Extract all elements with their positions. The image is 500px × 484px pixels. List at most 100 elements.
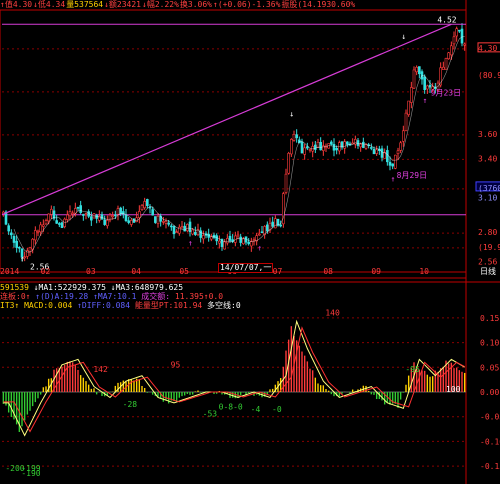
candle xyxy=(362,137,365,149)
candle-body xyxy=(338,142,341,152)
candle-body xyxy=(138,211,141,218)
candle-body xyxy=(47,213,50,222)
ind-annotation-12: -199 xyxy=(21,464,40,473)
stock-chart-canvas[interactable]: 14014295100-28-200-190-530-8-0 -4 -0-95-19… xyxy=(0,0,500,484)
candle-body xyxy=(218,240,221,244)
candle-body xyxy=(319,141,322,151)
ind-tick-label-3: 0.00 xyxy=(480,388,499,397)
candle xyxy=(98,210,101,223)
candle xyxy=(138,205,141,224)
candle xyxy=(52,206,56,221)
candle xyxy=(330,140,333,146)
candle xyxy=(284,168,288,195)
signal-arrow-1: ↓ xyxy=(401,32,406,41)
x-axis-label-4: 05 xyxy=(179,267,189,276)
candlestick-series xyxy=(2,23,466,262)
candle xyxy=(426,84,429,94)
x-axis-label-0: 2014 xyxy=(0,267,19,276)
candle xyxy=(247,238,250,246)
candle-body xyxy=(452,36,456,45)
date-label-2: 9月23日 xyxy=(431,89,461,98)
candle-body xyxy=(12,236,16,243)
candle xyxy=(423,74,426,94)
candle xyxy=(223,239,226,250)
candle-body xyxy=(335,147,338,151)
candle-body xyxy=(50,208,53,215)
candle-body xyxy=(444,58,448,70)
candle-body xyxy=(226,238,229,244)
indicator-value-1-1: ↑(D)A:19.28 xyxy=(35,292,94,301)
candle xyxy=(175,229,178,233)
candle-body xyxy=(404,112,408,131)
candle xyxy=(228,230,232,243)
candle-body xyxy=(103,219,106,225)
candle-body xyxy=(202,235,205,240)
candle-body xyxy=(394,154,397,169)
candle-body xyxy=(111,215,114,217)
candle-body xyxy=(343,141,346,149)
ind-annotation-4: -28 xyxy=(123,400,138,409)
price-tick-label-5: 3.10 xyxy=(478,194,497,203)
indicator-value-2-1: MACD:0.004 xyxy=(24,301,78,310)
candle-body xyxy=(396,150,400,154)
candle-body xyxy=(266,224,269,232)
candle xyxy=(375,145,378,156)
candle-body xyxy=(447,52,450,60)
candle xyxy=(319,137,322,151)
candle xyxy=(226,234,229,246)
candle-body xyxy=(76,207,80,209)
ind-annotation-11: -95 xyxy=(405,365,420,374)
candle-body xyxy=(90,216,93,221)
ind-annotation-3: 100 xyxy=(446,385,461,394)
ma5-line xyxy=(13,36,465,253)
ind-tick-label-6: -0.15 xyxy=(480,462,500,471)
candle-body xyxy=(340,141,344,148)
macd-indicator-row: IT3↑ MACD:0.004 ↑DIFF:0.084 能量型PT:101.94… xyxy=(0,301,500,310)
candle xyxy=(186,223,189,233)
candle xyxy=(460,23,464,47)
candle-body xyxy=(375,149,378,154)
ind-tick-label-5: -0.10 xyxy=(480,437,500,446)
candle-body xyxy=(58,223,61,225)
candle xyxy=(34,226,37,245)
candle xyxy=(260,225,264,234)
candle-body xyxy=(252,239,256,242)
candle xyxy=(308,148,312,153)
candle xyxy=(455,26,458,42)
indicator-value-2-4: 多空线:0 xyxy=(207,301,241,310)
candle-body xyxy=(415,67,418,73)
candle-body xyxy=(66,214,69,220)
indicator-value-0-0: 591539 xyxy=(0,283,34,292)
candle-body xyxy=(370,147,373,149)
candle xyxy=(391,163,394,170)
candle-body xyxy=(314,144,317,150)
signal-arrow-2: ↑ xyxy=(20,254,25,263)
candle-body xyxy=(423,76,426,90)
candle-body xyxy=(290,139,293,155)
candle-body xyxy=(228,235,232,241)
candle xyxy=(194,226,197,236)
candle xyxy=(244,236,248,246)
candle xyxy=(407,100,410,117)
price-tick-label-7: (19.98) xyxy=(478,243,500,252)
candle xyxy=(116,205,120,221)
high-price-label: 4.52 xyxy=(437,15,456,24)
candle-body xyxy=(407,100,410,115)
candle-body xyxy=(151,209,154,216)
ind-tick-label-2: 0.05 xyxy=(480,363,499,372)
macd-histogram: 14014295100-28-200-190-530-8-0 -4 -0-95-19… xyxy=(2,308,466,478)
candle xyxy=(82,213,85,221)
candle xyxy=(95,213,98,224)
candle xyxy=(127,216,130,225)
candle-body xyxy=(135,217,138,222)
trend-lines xyxy=(1,23,466,216)
candle xyxy=(282,191,285,228)
candle-body xyxy=(308,148,312,151)
candle xyxy=(444,57,448,70)
candle xyxy=(199,227,202,243)
rising-trendline xyxy=(1,23,452,216)
candle xyxy=(66,210,69,223)
signal-arrow-0: ↓ xyxy=(289,109,294,118)
candle-body xyxy=(31,238,34,250)
candle xyxy=(164,218,168,229)
